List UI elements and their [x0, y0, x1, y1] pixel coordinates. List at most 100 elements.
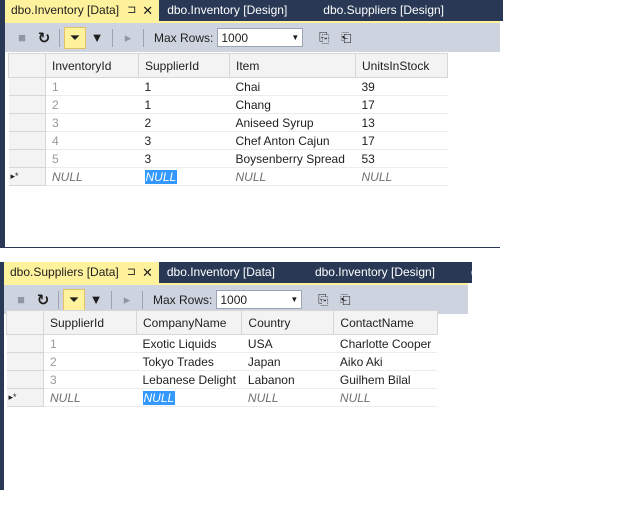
grid-cell[interactable]: 17 [355, 131, 448, 150]
close-icon[interactable]: ✕ [142, 262, 153, 283]
grid-cell[interactable]: Guilhem Bilal [333, 370, 438, 389]
apply-filter-icon[interactable]: ⏷ [63, 288, 85, 311]
table-row[interactable]: 1 1 Chai 39 [8, 77, 448, 96]
grid-cell[interactable]: NULL [355, 167, 448, 186]
grid-cell[interactable]: 53 [355, 149, 448, 168]
grid-cell[interactable]: Charlotte Cooper [333, 334, 438, 353]
table-row[interactable]: 4 3 Chef Anton Cajun 17 [8, 131, 448, 150]
column-header[interactable]: InventoryId [45, 53, 139, 78]
table-row[interactable]: 1 Exotic Liquids USA Charlotte Cooper [6, 334, 438, 353]
grid-cell[interactable]: Chef Anton Cajun [229, 131, 356, 150]
max-rows-select[interactable]: 1000 ▼ [217, 28, 304, 47]
table-row[interactable]: 5 3 Boysenberry Spread 53 [8, 149, 448, 168]
grid-cell[interactable]: 2 [138, 113, 230, 132]
tab-suppliers-design[interactable]: dbo.Suppliers [Design] [317, 0, 450, 21]
script-icon[interactable]: ⎘ [312, 289, 334, 311]
tab-inventory-data[interactable]: dbo.Inventory [Data] [161, 262, 281, 283]
grid-cell[interactable]: Exotic Liquids [136, 334, 242, 353]
tab-inventory-design[interactable]: dbo.Inventory [Design] [309, 262, 441, 283]
grid-cell-selected[interactable]: NULL [136, 388, 242, 407]
table-row[interactable]: 3 2 Aniseed Syrup 13 [8, 113, 448, 132]
close-icon[interactable]: ✕ [142, 0, 153, 21]
grid-cell[interactable]: 1 [138, 95, 230, 114]
play-icon[interactable]: ▸ [117, 27, 139, 49]
grid-cell[interactable]: NULL [229, 167, 356, 186]
grid-cell[interactable]: Tokyo Trades [136, 352, 242, 371]
new-row[interactable]: ▸* NULL NULL NULL NULL [6, 388, 438, 407]
max-rows-select[interactable]: 1000 ▼ [216, 290, 303, 309]
grid-cell[interactable]: 3 [43, 370, 137, 389]
column-header[interactable]: SupplierId [138, 53, 230, 78]
table-row[interactable]: 3 Lebanese Delight Labanon Guilhem Bilal [6, 370, 438, 389]
grid-cell[interactable]: 2 [45, 95, 139, 114]
stop-icon[interactable]: ■ [10, 289, 32, 311]
grid-cell[interactable]: 1 [138, 77, 230, 96]
column-header[interactable]: Country [241, 310, 335, 335]
row-selector-header[interactable] [8, 53, 46, 78]
grid-cell[interactable]: NULL [333, 388, 438, 407]
pin-icon[interactable]: ⊐ [127, 0, 136, 21]
grid-cell[interactable]: 5 [45, 149, 139, 168]
script-edit-icon[interactable]: ⎗ [334, 289, 356, 311]
grid-cell[interactable]: 3 [45, 113, 139, 132]
row-selector[interactable] [6, 352, 44, 371]
script-edit-icon[interactable]: ⎗ [335, 27, 357, 49]
refresh-icon[interactable]: ↻ [33, 27, 55, 49]
grid-cell[interactable]: Lebanese Delight [136, 370, 242, 389]
row-selector[interactable] [6, 334, 44, 353]
row-selector[interactable] [8, 77, 46, 96]
tab-suppliers-data[interactable]: dbo.Suppliers [Data] ⊐ ✕ [4, 262, 159, 283]
pin-icon[interactable]: ⊐ [127, 262, 136, 283]
grid-cell[interactable]: 3 [138, 149, 230, 168]
grid-cell[interactable]: Boysenberry Spread [229, 149, 356, 168]
table-row[interactable]: 2 1 Chang 17 [8, 95, 448, 114]
grid-cell[interactable]: 39 [355, 77, 448, 96]
column-header[interactable]: UnitsInStock [355, 53, 448, 78]
script-icon[interactable]: ⎘ [313, 27, 335, 49]
column-header[interactable]: Item [229, 53, 356, 78]
grid-cell[interactable]: 17 [355, 95, 448, 114]
grid-cell[interactable]: 2 [43, 352, 137, 371]
play-icon[interactable]: ▸ [116, 289, 138, 311]
tab-inventory-design[interactable]: dbo.Inventory [Design] [161, 0, 293, 21]
column-header[interactable]: CompanyName [135, 310, 243, 335]
row-selector-header[interactable] [6, 310, 44, 335]
column-header[interactable]: SupplierId [43, 310, 137, 335]
grid-cell[interactable]: Chang [229, 95, 356, 114]
grid-cell[interactable]: NULL [43, 388, 137, 407]
grid-cell[interactable]: 13 [355, 113, 448, 132]
tab-label: dbo.Suppliers [Design] [323, 3, 445, 17]
new-row-marker[interactable]: ▸* [8, 167, 46, 186]
grid-cell[interactable]: NULL [45, 167, 139, 186]
row-selector[interactable] [8, 95, 46, 114]
filter-icon[interactable]: ▼ [85, 289, 107, 311]
grid-cell[interactable]: 3 [138, 131, 230, 150]
grid-cell[interactable]: 4 [45, 131, 139, 150]
suppliers-grid: SupplierId CompanyName Country ContactNa… [6, 310, 438, 407]
apply-filter-icon[interactable]: ⏷ [64, 26, 86, 49]
grid-cell[interactable]: 1 [43, 334, 137, 353]
table-row[interactable]: 2 Tokyo Trades Japan Aiko Aki [6, 352, 438, 371]
row-selector[interactable] [8, 131, 46, 150]
filter-icon[interactable]: ▼ [86, 27, 108, 49]
grid-cell[interactable]: Aniseed Syrup [229, 113, 356, 132]
grid-cell[interactable]: Japan [241, 352, 334, 371]
row-selector[interactable] [8, 149, 46, 168]
column-header[interactable]: ContactName [333, 310, 438, 335]
tab-overflow[interactable]: dbo. [465, 262, 500, 283]
grid-cell[interactable]: USA [241, 334, 334, 353]
grid-cell[interactable]: 1 [45, 77, 139, 96]
grid-cell[interactable]: NULL [241, 388, 334, 407]
refresh-icon[interactable]: ↻ [32, 289, 54, 311]
tab-inventory-data[interactable]: dbo.Inventory [Data] ⊐ ✕ [5, 0, 160, 21]
grid-cell[interactable]: Aiko Aki [333, 352, 438, 371]
new-row-marker[interactable]: ▸* [6, 388, 44, 407]
row-selector[interactable] [8, 113, 46, 132]
new-row[interactable]: ▸* NULL NULL NULL NULL [8, 167, 448, 186]
tab-label: dbo.Suppliers [Data] [10, 265, 119, 279]
grid-cell-selected[interactable]: NULL [138, 167, 230, 186]
grid-cell[interactable]: Chai [229, 77, 356, 96]
row-selector[interactable] [6, 370, 44, 389]
grid-cell[interactable]: Labanon [241, 370, 334, 389]
stop-icon[interactable]: ■ [11, 27, 33, 49]
